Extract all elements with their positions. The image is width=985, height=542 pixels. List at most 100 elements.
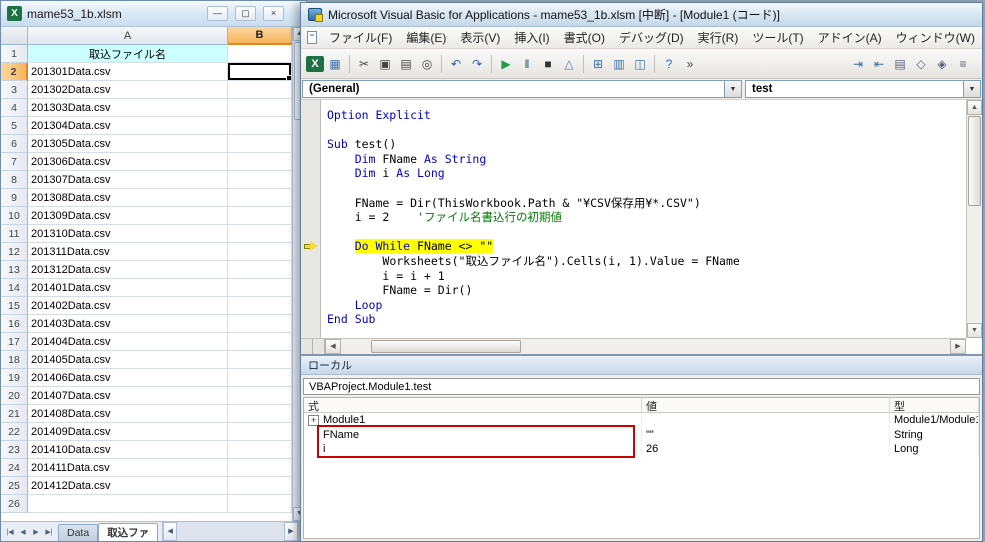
- cell-B10[interactable]: [228, 207, 292, 225]
- break-button[interactable]: ‖: [517, 54, 537, 74]
- split-handle[interactable]: [301, 339, 313, 354]
- cell-A13[interactable]: 201312Data.csv: [28, 261, 228, 279]
- cell-B16[interactable]: [228, 315, 292, 333]
- design-mode-button[interactable]: △: [559, 54, 579, 74]
- cell-B14[interactable]: [228, 279, 292, 297]
- row-header-20[interactable]: 20: [1, 387, 28, 405]
- cell-B3[interactable]: [228, 81, 292, 99]
- close-button[interactable]: ×: [263, 6, 284, 21]
- column-header-B[interactable]: B: [228, 27, 292, 45]
- row-header-9[interactable]: 9: [1, 189, 28, 207]
- cell-B7[interactable]: [228, 153, 292, 171]
- cell-A16[interactable]: 201403Data.csv: [28, 315, 228, 333]
- chevron-down-icon[interactable]: ▼: [963, 81, 980, 97]
- row-header-8[interactable]: 8: [1, 171, 28, 189]
- cell-A8[interactable]: 201307Data.csv: [28, 171, 228, 189]
- reset-button[interactable]: ■: [538, 54, 558, 74]
- cell-B19[interactable]: [228, 369, 292, 387]
- cell-B20[interactable]: [228, 387, 292, 405]
- row-header-26[interactable]: 26: [1, 495, 28, 513]
- cell-B5[interactable]: [228, 117, 292, 135]
- cell-B21[interactable]: [228, 405, 292, 423]
- cell-B6[interactable]: [228, 135, 292, 153]
- row-header-10[interactable]: 10: [1, 207, 28, 225]
- code-line-11[interactable]: Worksheets("取込ファイル名").Cells(i, 1).Value …: [327, 254, 966, 269]
- object-browser-button[interactable]: ◫: [630, 54, 650, 74]
- menu-item-2[interactable]: 編集(E): [399, 27, 453, 48]
- locals-row-1[interactable]: +Module1Module1/Module1: [304, 413, 979, 428]
- cell-A18[interactable]: 201405Data.csv: [28, 351, 228, 369]
- row-header-1[interactable]: 1: [1, 45, 28, 63]
- row-header-22[interactable]: 22: [1, 423, 28, 441]
- cell-B12[interactable]: [228, 243, 292, 261]
- menu-item-6[interactable]: デバッグ(D): [612, 27, 691, 48]
- cell-A1[interactable]: 取込ファイル名: [28, 45, 228, 63]
- row-header-24[interactable]: 24: [1, 459, 28, 477]
- locals-col-expression[interactable]: 式: [304, 398, 642, 414]
- prev-sheet-icon[interactable]: ◀: [17, 528, 29, 536]
- row-header-21[interactable]: 21: [1, 405, 28, 423]
- excel-titlebar[interactable]: X mame53_1b.xlsm —▢×: [1, 1, 306, 27]
- code-horizontal-scrollbar[interactable]: ◀ ▶: [301, 338, 966, 354]
- code-line-5[interactable]: Dim i As Long: [327, 166, 966, 181]
- cell-A7[interactable]: 201306Data.csv: [28, 153, 228, 171]
- expand-icon[interactable]: +: [308, 415, 319, 426]
- menu-item-1[interactable]: ファイル(F): [322, 27, 399, 48]
- menu-item-4[interactable]: 挿入(I): [507, 27, 556, 48]
- cell-B18[interactable]: [228, 351, 292, 369]
- row-header-7[interactable]: 7: [1, 153, 28, 171]
- redo-button[interactable]: ↷: [467, 54, 487, 74]
- minimize-button[interactable]: —: [207, 6, 228, 21]
- properties-window-button[interactable]: ▥: [609, 54, 629, 74]
- code-line-10[interactable]: Do While FName <> "": [327, 239, 966, 254]
- paste-button[interactable]: ▤: [396, 54, 416, 74]
- row-header-23[interactable]: 23: [1, 441, 28, 459]
- procedure-combo[interactable]: test ▼: [745, 80, 981, 98]
- scroll-thumb[interactable]: [968, 116, 981, 206]
- row-header-11[interactable]: 11: [1, 225, 28, 243]
- row-header-16[interactable]: 16: [1, 315, 28, 333]
- code-line-9[interactable]: [327, 225, 966, 240]
- cell-A14[interactable]: 201401Data.csv: [28, 279, 228, 297]
- code-area[interactable]: Option ExplicitSub test() Dim FName As S…: [321, 100, 966, 338]
- cell-B23[interactable]: [228, 441, 292, 459]
- cell-B17[interactable]: [228, 333, 292, 351]
- cell-B1[interactable]: [228, 45, 292, 63]
- sheet-tab-取込ファ[interactable]: 取込ファ: [98, 523, 158, 541]
- sheet-tab-Data[interactable]: Data: [58, 524, 98, 541]
- cell-A24[interactable]: 201411Data.csv: [28, 459, 228, 477]
- scroll-up-icon[interactable]: ▲: [967, 100, 982, 115]
- row-header-13[interactable]: 13: [1, 261, 28, 279]
- cell-A22[interactable]: 201409Data.csv: [28, 423, 228, 441]
- cell-A17[interactable]: 201404Data.csv: [28, 333, 228, 351]
- restore-button[interactable]: ▢: [235, 6, 256, 21]
- scroll-left-icon[interactable]: ◀: [163, 522, 177, 541]
- code-line-4[interactable]: Dim FName As String: [327, 152, 966, 167]
- code-line-12[interactable]: i = i + 1: [327, 269, 966, 284]
- column-header-A[interactable]: A: [28, 27, 228, 45]
- copy-button[interactable]: ▣: [375, 54, 395, 74]
- row-header-17[interactable]: 17: [1, 333, 28, 351]
- cell-A12[interactable]: 201311Data.csv: [28, 243, 228, 261]
- help-button[interactable]: ?: [659, 54, 679, 74]
- cell-A10[interactable]: 201309Data.csv: [28, 207, 228, 225]
- cell-A3[interactable]: 201302Data.csv: [28, 81, 228, 99]
- toolbar-overflow-button[interactable]: »: [680, 54, 700, 74]
- comment-block-button[interactable]: ▤: [890, 54, 910, 74]
- cell-A11[interactable]: 201310Data.csv: [28, 225, 228, 243]
- cell-A26[interactable]: [28, 495, 228, 513]
- menu-item-8[interactable]: ツール(T): [745, 27, 810, 48]
- row-header-12[interactable]: 12: [1, 243, 28, 261]
- code-line-13[interactable]: FName = Dir(): [327, 283, 966, 298]
- menu-item-10[interactable]: ウィンドウ(W): [889, 27, 982, 48]
- cell-B25[interactable]: [228, 477, 292, 495]
- code-line-1[interactable]: Option Explicit: [327, 108, 966, 123]
- chevron-down-icon[interactable]: ▼: [724, 81, 741, 97]
- cell-B26[interactable]: [228, 495, 292, 513]
- view-excel-button[interactable]: X: [306, 56, 324, 72]
- row-header-15[interactable]: 15: [1, 297, 28, 315]
- cell-B13[interactable]: [228, 261, 292, 279]
- cell-B24[interactable]: [228, 459, 292, 477]
- bookmark-toggle-button[interactable]: ◇: [911, 54, 931, 74]
- cell-A5[interactable]: 201304Data.csv: [28, 117, 228, 135]
